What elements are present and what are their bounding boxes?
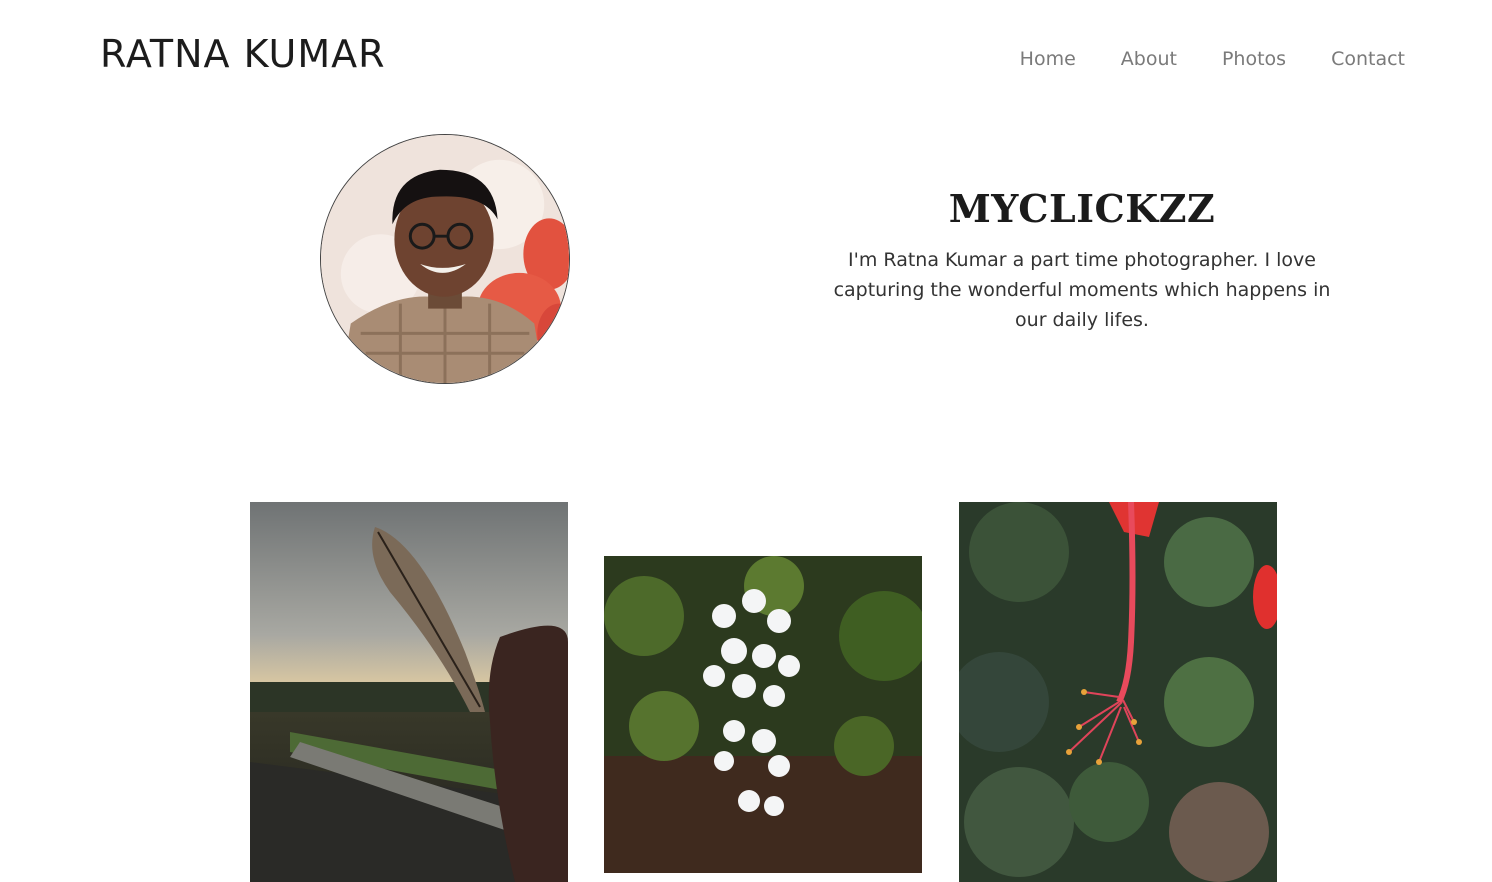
nav-contact-link[interactable]: Contact <box>1331 48 1405 70</box>
intro-section: MYCLICKZZ I'm Ratna Kumar a part time ph… <box>822 186 1342 335</box>
profile-avatar <box>320 134 570 384</box>
nav-about-link[interactable]: About <box>1121 48 1177 70</box>
gallery-photo-feather[interactable] <box>250 502 568 882</box>
nav-photos-link[interactable]: Photos <box>1222 48 1286 70</box>
main-nav: Home About Photos Contact <box>1020 48 1405 70</box>
nav-home-link[interactable]: Home <box>1020 48 1076 70</box>
gallery-photo-white-flowers[interactable] <box>604 556 922 873</box>
site-brand[interactable]: RATNA KUMAR <box>100 32 386 76</box>
gallery-photo-hibiscus[interactable] <box>959 502 1277 882</box>
intro-description: I'm Ratna Kumar a part time photographer… <box>833 249 1331 331</box>
intro-title: MYCLICKZZ <box>948 186 1216 231</box>
